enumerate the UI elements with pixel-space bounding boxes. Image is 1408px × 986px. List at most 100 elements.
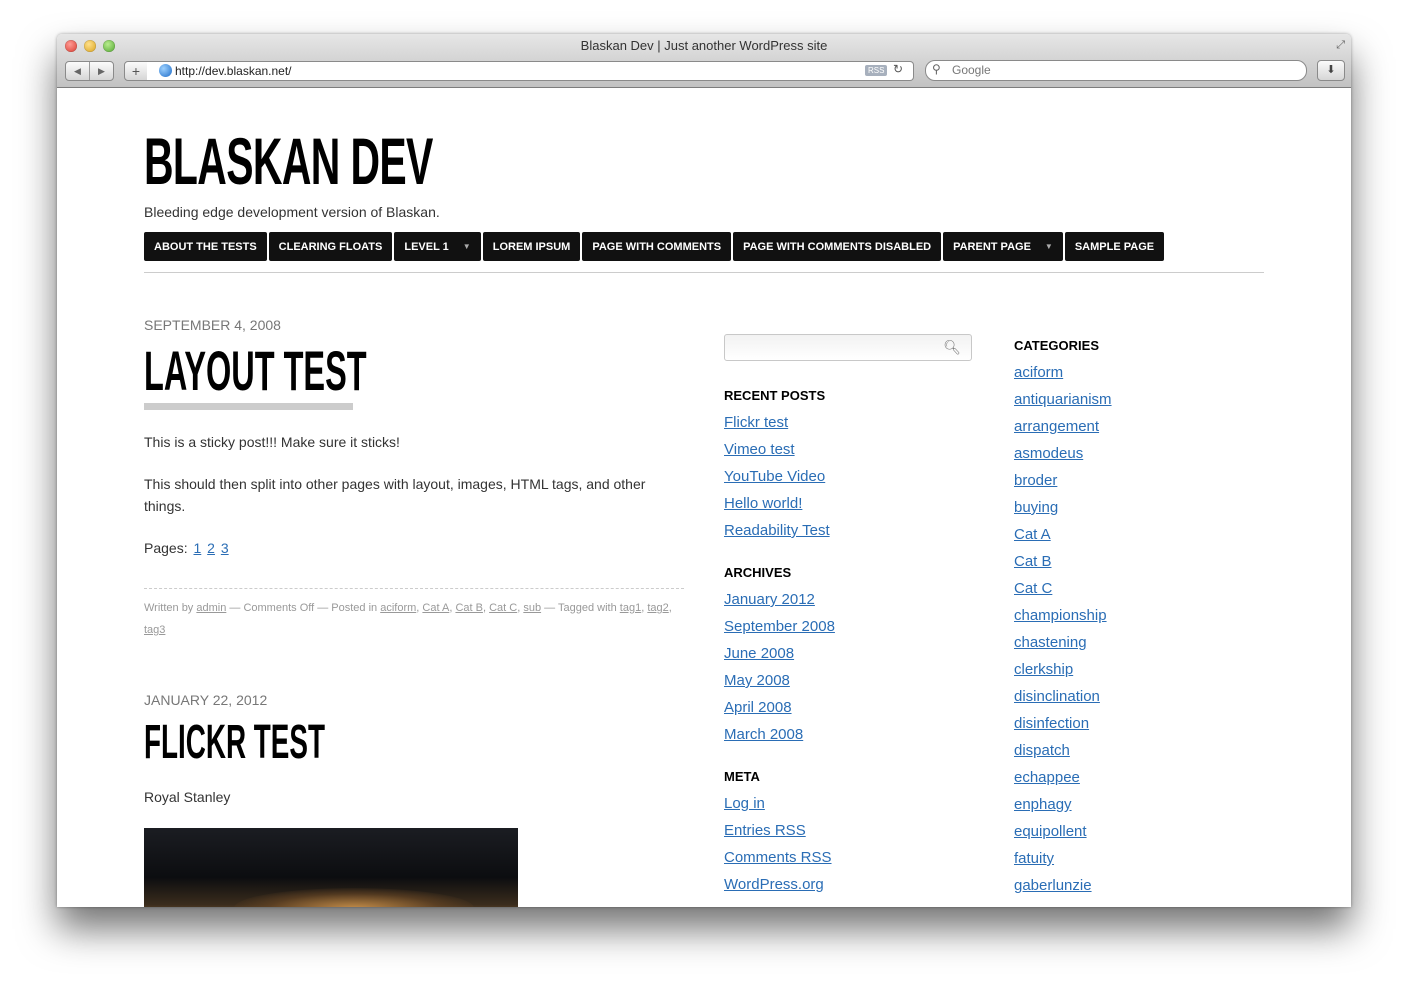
category-link[interactable]: asmodeus bbox=[1014, 445, 1083, 462]
list-item: asmodeus bbox=[1014, 445, 1112, 472]
browser-window: Blaskan Dev | Just another WordPress sit… bbox=[57, 34, 1351, 907]
category-link[interactable]: Cat C bbox=[489, 602, 517, 614]
category-link[interactable]: sub bbox=[523, 602, 541, 614]
downloads-icon[interactable]: ⬇ bbox=[1317, 60, 1345, 81]
menu-item-sample-page[interactable]: SAMPLE PAGE bbox=[1064, 232, 1165, 261]
meta-tagged: — Tagged with bbox=[544, 602, 617, 614]
meta-link[interactable]: Comments RSS bbox=[724, 849, 832, 866]
recent-post-link[interactable]: YouTube Video bbox=[724, 468, 825, 485]
browser-search-field[interactable]: ⚲ Google bbox=[925, 60, 1307, 81]
category-link[interactable]: equipollent bbox=[1014, 823, 1087, 840]
post-pagination: Pages: 1 2 3 bbox=[144, 537, 684, 559]
category-link[interactable]: disinclination bbox=[1014, 688, 1100, 705]
archive-link[interactable]: June 2008 bbox=[724, 645, 794, 662]
tag-link[interactable]: tag3 bbox=[144, 624, 165, 636]
list-item: broder bbox=[1014, 472, 1112, 499]
category-link[interactable]: buying bbox=[1014, 499, 1058, 516]
post-title[interactable]: FLICKR TEST bbox=[144, 719, 325, 767]
address-bar[interactable]: http://dev.blaskan.net/ RSS ↻ bbox=[147, 61, 914, 81]
category-link[interactable]: aciform bbox=[1014, 364, 1063, 381]
menu-item-clearing-floats[interactable]: CLEARING FLOATS bbox=[268, 232, 393, 261]
archive-link[interactable]: April 2008 bbox=[724, 699, 792, 716]
archive-link[interactable]: May 2008 bbox=[724, 672, 790, 689]
list-item: disinclination bbox=[1014, 688, 1112, 715]
archive-link[interactable]: March 2008 bbox=[724, 726, 803, 743]
post-date: JANUARY 22, 2012 bbox=[144, 692, 268, 708]
recent-post-link[interactable]: Vimeo test bbox=[724, 441, 795, 458]
menu-item-lorem-ipsum[interactable]: LOREM IPSUM bbox=[482, 232, 581, 261]
category-link[interactable]: Cat C bbox=[1014, 580, 1052, 597]
category-link[interactable]: antiquarianism bbox=[1014, 391, 1112, 408]
page-link[interactable]: 2 bbox=[207, 540, 215, 556]
tag-link[interactable]: tag2 bbox=[647, 602, 668, 614]
pages-label: Pages: bbox=[144, 540, 188, 556]
archives-title: ARCHIVES bbox=[724, 565, 792, 580]
menu-item-about-the-tests[interactable]: ABOUT THE TESTS bbox=[144, 232, 267, 261]
url-text[interactable]: http://dev.blaskan.net/ bbox=[175, 64, 292, 78]
recent-posts-list: Flickr test Vimeo test YouTube Video Hel… bbox=[724, 414, 830, 549]
rss-badge[interactable]: RSS bbox=[865, 65, 888, 76]
search-input[interactable]: 🔍︎ bbox=[724, 334, 972, 361]
browser-search-placeholder: Google bbox=[952, 63, 991, 77]
menu-item-label: CLEARING FLOATS bbox=[278, 240, 383, 253]
list-item: Entries RSS bbox=[724, 822, 832, 849]
reload-icon[interactable]: ↻ bbox=[893, 62, 903, 76]
post-paragraph: This is a sticky post!!! Make sure it st… bbox=[144, 434, 400, 450]
category-link[interactable]: chastening bbox=[1014, 634, 1087, 651]
meta-link[interactable]: Log in bbox=[724, 795, 765, 812]
list-item: Comments RSS bbox=[724, 849, 832, 876]
back-forward-buttons: ◀ ▶ bbox=[65, 61, 114, 81]
author-link[interactable]: admin bbox=[196, 602, 226, 614]
menu-item-parent-page[interactable]: PARENT PAGE ▼ bbox=[943, 232, 1063, 261]
search-icon[interactable]: 🔍︎ bbox=[943, 339, 961, 356]
category-link[interactable]: arrangement bbox=[1014, 418, 1099, 435]
category-link[interactable]: fatuity bbox=[1014, 850, 1054, 867]
back-button[interactable]: ◀ bbox=[66, 62, 90, 80]
category-link[interactable]: aciform bbox=[380, 602, 416, 614]
list-item: Readability Test bbox=[724, 522, 830, 549]
recent-post-link[interactable]: Readability Test bbox=[724, 522, 830, 539]
meta-link[interactable]: Entries RSS bbox=[724, 822, 806, 839]
menu-item-label: LEVEL 1 bbox=[404, 240, 449, 253]
list-item: Cat B bbox=[1014, 553, 1112, 580]
add-bookmark-button[interactable]: + bbox=[124, 61, 148, 81]
recent-post-link[interactable]: Hello world! bbox=[724, 495, 802, 512]
list-item: buying bbox=[1014, 499, 1112, 526]
category-link[interactable]: Cat A bbox=[1014, 526, 1051, 543]
archive-link[interactable]: January 2012 bbox=[724, 591, 815, 608]
page-link[interactable]: 3 bbox=[221, 540, 229, 556]
list-item: Vimeo test bbox=[724, 441, 830, 468]
category-link[interactable]: Cat B bbox=[1014, 553, 1052, 570]
forward-button[interactable]: ▶ bbox=[90, 62, 113, 80]
category-link[interactable]: clerkship bbox=[1014, 661, 1073, 678]
category-link[interactable]: enphagy bbox=[1014, 796, 1072, 813]
category-link[interactable]: Cat B bbox=[455, 602, 483, 614]
list-item: championship bbox=[1014, 607, 1112, 634]
category-link[interactable]: disinfection bbox=[1014, 715, 1089, 732]
fullscreen-icon[interactable]: ⤢ bbox=[1336, 39, 1345, 52]
post-title[interactable]: LAYOUT TEST bbox=[144, 343, 367, 399]
recent-post-link[interactable]: Flickr test bbox=[724, 414, 788, 431]
category-link[interactable]: dispatch bbox=[1014, 742, 1070, 759]
post-photo[interactable] bbox=[144, 828, 518, 907]
post-paragraph: Royal Stanley bbox=[144, 789, 231, 805]
archive-link[interactable]: September 2008 bbox=[724, 618, 835, 635]
menu-item-page-with-comments[interactable]: PAGE WITH COMMENTS bbox=[582, 232, 732, 261]
list-item: Cat A bbox=[1014, 526, 1112, 553]
category-link[interactable]: championship bbox=[1014, 607, 1107, 624]
site-tagline: Bleeding edge development version of Bla… bbox=[144, 204, 440, 220]
page-link[interactable]: 1 bbox=[193, 540, 201, 556]
menu-item-page-with-comments-disabled[interactable]: PAGE WITH COMMENTS DISABLED bbox=[733, 232, 942, 261]
menu-item-level-1[interactable]: LEVEL 1 ▼ bbox=[394, 232, 481, 261]
category-link[interactable]: broder bbox=[1014, 472, 1057, 489]
meta-link[interactable]: WordPress.org bbox=[724, 876, 824, 893]
list-item: January 2012 bbox=[724, 591, 835, 618]
category-link[interactable]: Cat A bbox=[422, 602, 449, 614]
categories-title: CATEGORIES bbox=[1014, 338, 1099, 353]
list-item: WordPress.org bbox=[724, 876, 832, 903]
category-link[interactable]: gaberlunzie bbox=[1014, 877, 1092, 894]
category-link[interactable]: echappee bbox=[1014, 769, 1080, 786]
list-item: clerkship bbox=[1014, 661, 1112, 688]
site-title[interactable]: BLASKAN DEV bbox=[144, 128, 433, 194]
tag-link[interactable]: tag1 bbox=[620, 602, 641, 614]
